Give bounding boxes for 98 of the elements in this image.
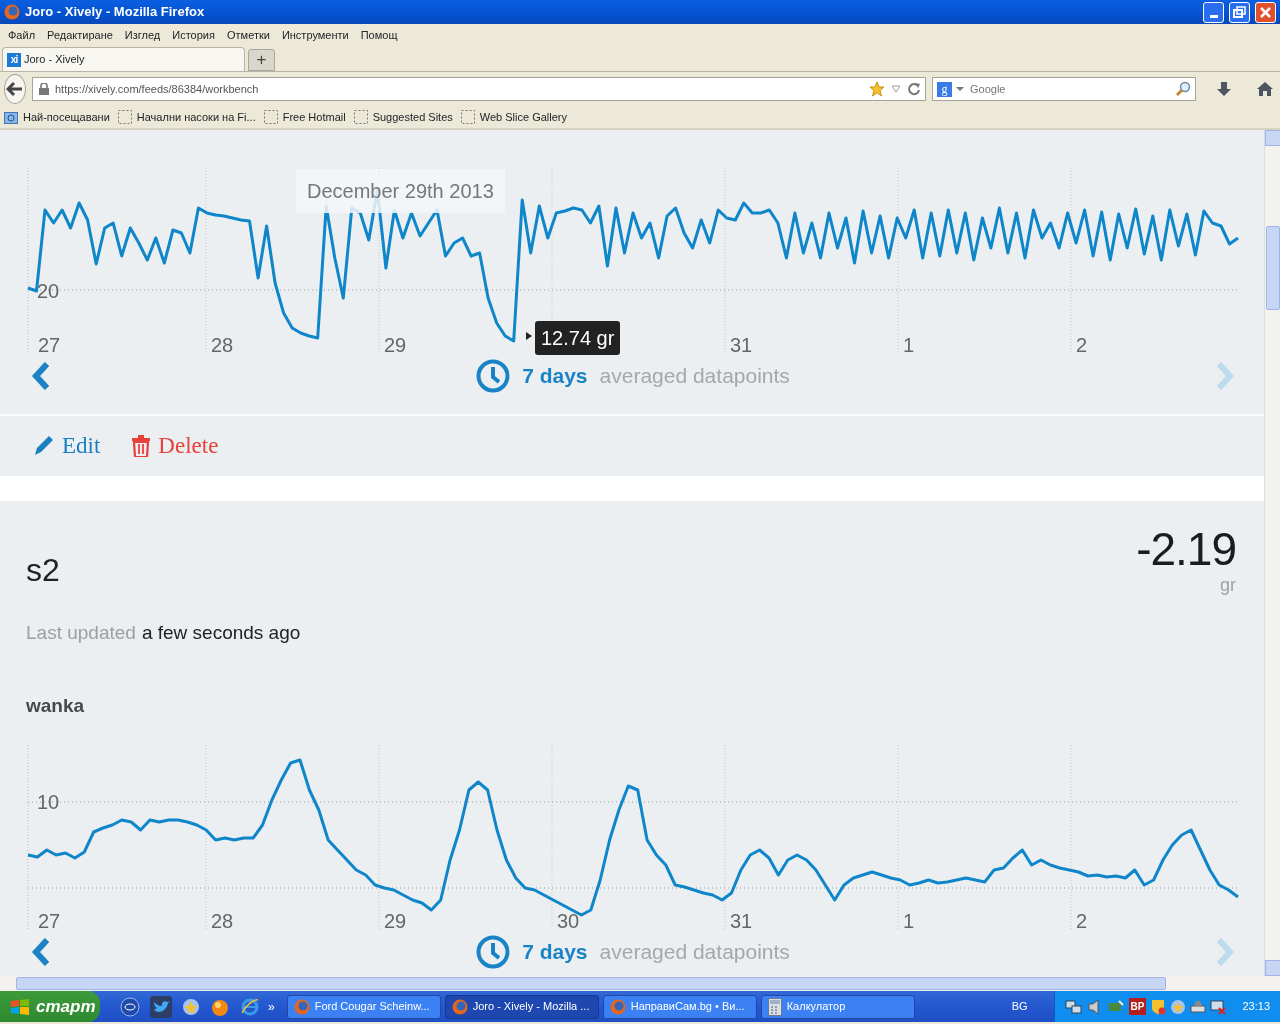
axis-label: 1	[903, 334, 915, 356]
star-icon[interactable]	[1170, 998, 1187, 1015]
range-note: averaged datapoints	[599, 939, 790, 966]
tag-label[interactable]: wanka	[0, 647, 1264, 720]
axis-label: 10	[37, 791, 60, 813]
axis-label: 31	[730, 334, 753, 356]
new-tab-button[interactable]: +	[248, 49, 275, 71]
updated-time: a few seconds ago	[141, 621, 301, 645]
dropdown-icon[interactable]	[891, 84, 901, 94]
page-icon	[353, 110, 368, 124]
browser-tab[interactable]: xi Joro - Xively	[2, 47, 245, 71]
minimize-icon	[1209, 14, 1218, 18]
edit-link[interactable]: Edit	[32, 428, 101, 464]
windows-flag-icon	[10, 997, 30, 1016]
axis-label: 27	[38, 334, 61, 356]
window-title: Joro - Xively - Mozilla Firefox	[25, 3, 206, 22]
axis-label: 29	[384, 334, 407, 356]
start-button[interactable]: старт	[0, 991, 100, 1022]
date-tooltip: December 29th 2013	[296, 169, 505, 213]
trash-icon	[132, 435, 151, 457]
close-button[interactable]	[1255, 1, 1276, 23]
taskbar-button[interactable]: НаправиСам.bg • Ви...	[602, 994, 757, 1019]
vertical-scrollbar[interactable]	[1264, 130, 1280, 976]
horizontal-scrollbar[interactable]	[0, 976, 1280, 991]
star-icon[interactable]	[182, 997, 200, 1016]
firefox-icon	[4, 4, 20, 20]
current-value: -2.19	[1136, 526, 1236, 572]
bookmark-item[interactable]: Free Hotmail	[263, 108, 346, 126]
axis-label: 2	[1076, 334, 1088, 356]
value-tooltip: 12.74 gr	[535, 321, 621, 355]
drive-icon[interactable]	[1190, 998, 1207, 1015]
axis-label: 2	[1076, 910, 1088, 932]
axis-label: 28	[211, 334, 234, 356]
reload-icon[interactable]	[907, 82, 921, 96]
taskbar-button[interactable]: Калкулатор	[760, 994, 915, 1019]
hover-point-marker	[526, 332, 532, 340]
folder-icon	[4, 110, 18, 124]
bookmark-item[interactable]: Начални насоки на Fi...	[117, 108, 256, 126]
menu-item[interactable]: Отметки	[220, 27, 276, 44]
menu-item[interactable]: Изглед	[118, 27, 167, 44]
page-icon	[263, 110, 278, 124]
firefox-icon	[609, 998, 626, 1015]
browser-e-icon[interactable]	[240, 996, 260, 1017]
search-icon[interactable]	[1175, 81, 1191, 97]
axis-label: 30	[557, 910, 580, 932]
search-engine-logo[interactable]: g	[937, 81, 952, 97]
dropdown-icon[interactable]	[956, 85, 964, 93]
restore-icon	[1233, 6, 1246, 18]
datastream-name: s2	[26, 551, 60, 590]
back-button[interactable]	[4, 74, 26, 104]
shield-icon[interactable]	[1150, 998, 1167, 1015]
bookmark-item[interactable]: Най-посещавани	[4, 108, 110, 126]
bookmark-item[interactable]: Web Slice Gallery	[460, 108, 567, 126]
network-icon[interactable]	[1064, 998, 1083, 1015]
menu-item[interactable]: Файл	[2, 27, 42, 44]
menu-item[interactable]: Инструменти	[275, 27, 355, 44]
page-icon	[460, 110, 475, 124]
more-button[interactable]: »	[268, 997, 275, 1016]
firefox-icon	[293, 998, 310, 1015]
download-icon[interactable]	[1216, 81, 1232, 97]
lock-icon	[39, 83, 49, 95]
axis-label: 31	[730, 910, 753, 932]
tray-badge[interactable]: BP	[1128, 998, 1147, 1015]
menu-item[interactable]: Редактиране	[41, 27, 119, 44]
star-icon[interactable]	[869, 81, 885, 97]
axis-label: 29	[384, 910, 407, 932]
back-arrow-icon	[6, 81, 24, 97]
unit-label: gr	[1219, 574, 1236, 597]
home-icon[interactable]	[1256, 81, 1274, 97]
page-icon	[117, 110, 132, 124]
taskbar-button[interactable]: Joro - Xively - Mozilla ...	[444, 994, 599, 1019]
axis-label: 20	[37, 280, 60, 302]
bookmark-item[interactable]: Suggested Sites	[353, 108, 453, 126]
time-range[interactable]: 7 days	[522, 360, 588, 392]
close-icon	[1260, 6, 1271, 18]
taskbar-button[interactable]: Ford Cougar Scheinw...	[286, 994, 441, 1019]
time-range[interactable]: 7 days	[522, 936, 588, 968]
calculator-icon	[767, 997, 782, 1016]
globe-icon[interactable]	[120, 996, 140, 1017]
minimize-button[interactable]	[1203, 1, 1224, 23]
firefox-icon	[451, 998, 468, 1015]
language-indicator[interactable]: BG	[1011, 998, 1050, 1015]
search-field[interactable]: g Google	[932, 77, 1196, 101]
favicon: xi	[7, 52, 21, 67]
address-field[interactable]: https://xively.com/feeds/86384/workbench	[32, 77, 926, 101]
clock-icon[interactable]	[476, 935, 511, 969]
pencil-icon	[32, 434, 54, 458]
updated-label: Last updated	[26, 621, 136, 645]
menu-item[interactable]: Помощ	[354, 27, 404, 44]
restore-button[interactable]	[1229, 1, 1250, 23]
axis-label: 27	[38, 910, 61, 932]
menu-item[interactable]: История	[166, 27, 221, 44]
bird-icon[interactable]	[150, 995, 172, 1018]
axis-label: 28	[211, 910, 234, 932]
range-note: averaged datapoints	[599, 363, 790, 390]
computer-icon[interactable]	[1210, 998, 1227, 1015]
axis-label: 1	[903, 910, 915, 932]
clock-icon[interactable]	[476, 359, 511, 393]
